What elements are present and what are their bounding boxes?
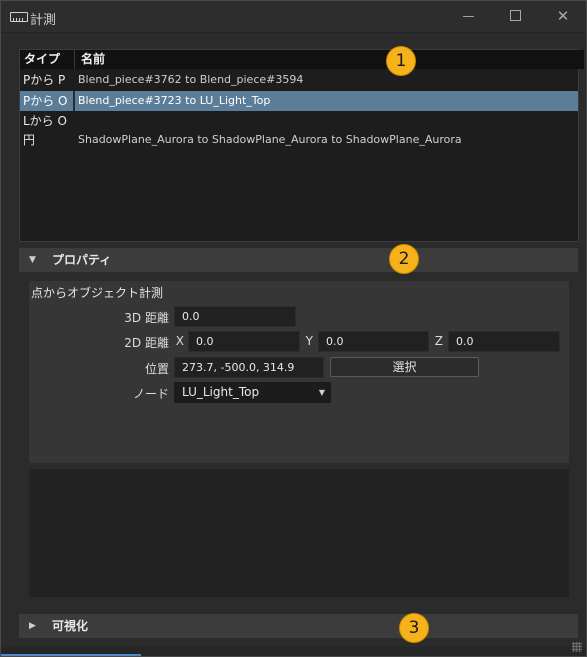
distance-y-field[interactable]: 0.0 — [318, 331, 429, 352]
caret-down-icon: ▼ — [318, 388, 325, 397]
node-dropdown[interactable]: LU_Light_Top ▼ — [174, 382, 331, 403]
row-type: Lから O — [23, 114, 67, 128]
row-name: Blend_piece#3723 to LU_Light_Top — [78, 94, 271, 107]
triangle-right-icon: ▶ — [29, 621, 36, 631]
node-dropdown-value: LU_Light_Top — [182, 385, 260, 399]
properties-section-header[interactable]: ▼ プロパティ — [19, 248, 578, 272]
measurement-table: タイプ 名前 Pから P Blend_piece#3762 to Blend_p… — [19, 49, 584, 242]
row-type: 円 — [23, 133, 36, 147]
properties-panel: 点からオブジェクト計測 3D 距離 0.0 2D 距離 X 0.0 Y 0.0 … — [29, 281, 569, 463]
x-label: X — [175, 334, 184, 348]
close-button[interactable]: ✕ — [540, 1, 586, 32]
distance-x-field[interactable]: 0.0 — [188, 331, 300, 352]
table-row[interactable]: Pから P Blend_piece#3762 to Blend_piece#35… — [20, 70, 578, 90]
minimize-icon — [463, 16, 474, 17]
table-row[interactable]: Lから O — [20, 111, 578, 131]
triangle-down-icon: ▼ — [29, 255, 36, 265]
minimize-button[interactable] — [446, 1, 492, 32]
maximize-icon — [510, 10, 521, 21]
position-field[interactable]: 273.7, -500.0, 314.9 — [174, 357, 324, 378]
close-icon: ✕ — [556, 7, 570, 25]
row-type: Pから O — [23, 94, 68, 108]
callout-badge-3: 3 — [399, 613, 429, 643]
position-label: 位置 — [144, 362, 169, 376]
output-area — [29, 469, 569, 597]
y-label: Y — [305, 334, 313, 348]
table-row[interactable]: 円 ShadowPlane_Aurora to ShadowPlane_Auro… — [20, 130, 578, 150]
resize-grip-icon[interactable] — [572, 642, 582, 652]
distance-3d-label: 3D 距離 — [124, 311, 169, 325]
callout-badge-2: 2 — [389, 244, 419, 274]
row-name: ShadowPlane_Aurora to ShadowPlane_Aurora… — [78, 133, 462, 146]
measure-window: 計測 ✕ タイプ 名前 Pから P Blend_piece#3762 to Bl… — [0, 0, 587, 657]
node-label: ノード — [132, 387, 169, 401]
distance-z-field[interactable]: 0.0 — [448, 331, 560, 352]
table-row-selected[interactable]: Pから O Blend_piece#3723 to LU_Light_Top — [20, 91, 578, 111]
maximize-button[interactable] — [493, 1, 539, 32]
title-bar: 計測 ✕ — [1, 1, 586, 33]
z-label: Z — [434, 334, 443, 348]
distance-2d-label: 2D 距離 — [124, 336, 169, 350]
properties-header-label: プロパティ — [52, 253, 112, 267]
visualization-header-label: 可視化 — [52, 619, 89, 633]
distance-3d-field[interactable]: 0.0 — [174, 306, 296, 327]
column-header-name[interactable]: 名前 — [75, 50, 584, 69]
window-title: 計測 — [30, 13, 57, 28]
select-button[interactable]: 選択 — [330, 357, 479, 377]
row-name: Blend_piece#3762 to Blend_piece#3594 — [78, 73, 304, 86]
status-accent — [1, 654, 141, 656]
row-type: Pから P — [23, 73, 66, 87]
column-header-type[interactable]: タイプ — [20, 50, 76, 69]
visualization-section-header[interactable]: ▶ 可視化 — [19, 614, 578, 638]
ruler-icon — [10, 12, 28, 22]
callout-badge-1: 1 — [386, 46, 416, 76]
properties-subtitle: 点からオブジェクト計測 — [31, 286, 164, 300]
